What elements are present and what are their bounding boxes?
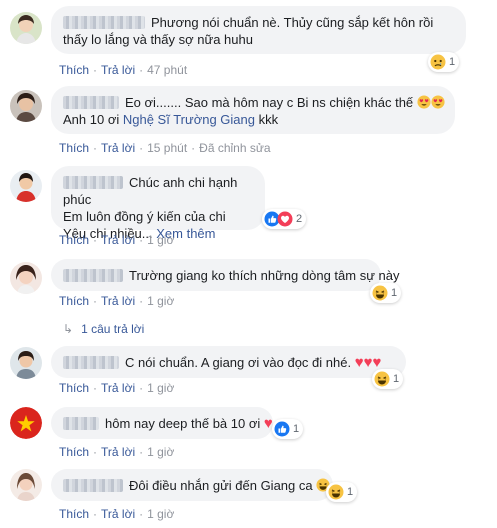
comment-text: C nói chuẩn. A giang ơi vào đọc đi nhé.	[125, 355, 352, 370]
timestamp[interactable]: 15 phút	[147, 141, 187, 155]
comment-text: Đôi điều nhắn gửi đến Giang ca	[129, 478, 313, 493]
comment-text: Eo ơi....... Sao mà hôm nay c Bi ns chiệ…	[125, 95, 414, 110]
reaction-count: 2	[296, 213, 303, 225]
timestamp[interactable]: 1 giờ	[147, 381, 174, 395]
mention-link[interactable]: Nghệ Sĩ Trường Giang	[123, 112, 255, 127]
comment-actions: Thích · Trả lời · 1 giờ	[59, 294, 175, 308]
reply-arrow-icon: ↳	[63, 322, 74, 336]
sad-icon	[430, 54, 446, 70]
reaction-count: 1	[393, 373, 400, 385]
reply-link[interactable]: Trả lời	[101, 233, 135, 247]
comment-bubble: Eo ơi....... Sao mà hôm nay c Bi ns chiệ…	[51, 86, 455, 134]
like-link[interactable]: Thích	[59, 141, 89, 155]
comment-text-line2: Em luôn đồng ý kiến của chi	[63, 209, 226, 224]
avatar[interactable]	[10, 90, 42, 122]
comment-actions: Thích · Trả lời · 1 giờ	[59, 381, 175, 395]
view-replies-link[interactable]: ↳ 1 câu trả lời	[63, 322, 144, 336]
avatar[interactable]	[10, 407, 42, 439]
reaction-summary[interactable]: 1	[272, 419, 304, 439]
replies-count-label: 1 câu trả lời	[81, 322, 145, 336]
comment-bubble: Chúc anh chi hạnh phúc Em luôn đồng ý ki…	[51, 166, 265, 241]
like-link[interactable]: Thích	[59, 233, 89, 247]
love-reaction-icon	[277, 211, 293, 227]
blurred-author-name[interactable]	[63, 356, 119, 369]
reaction-count: 1	[391, 287, 398, 299]
comment-bubble: Trường giang ko thích những dòng tâm sự …	[51, 259, 399, 291]
like-link[interactable]: Thích	[59, 507, 89, 521]
heart-emoji: ♥	[363, 354, 373, 371]
comment-text-line2: thấy lo lắng và thấy sợ nữa huhu	[63, 32, 253, 47]
haha-reaction-icon	[328, 484, 344, 500]
reaction-summary[interactable]: 2	[262, 209, 307, 229]
comment-bubble: Đôi điều nhắn gửi đến Giang ca	[51, 469, 333, 501]
like-link[interactable]: Thích	[59, 445, 89, 459]
blurred-author-name[interactable]	[63, 96, 119, 109]
comment-actions: Thích · Trả lời · 1 giờ	[59, 233, 175, 247]
heart-emoji: ♥	[354, 354, 364, 371]
reply-link[interactable]: Trả lời	[101, 141, 135, 155]
reaction-summary[interactable]: 1	[428, 52, 460, 72]
reaction-count: 1	[293, 423, 300, 435]
reply-link[interactable]: Trả lời	[101, 445, 135, 459]
timestamp[interactable]: 1 giờ	[147, 507, 174, 521]
reaction-count: 1	[347, 486, 354, 498]
reaction-count: 1	[449, 56, 456, 68]
timestamp[interactable]: 47 phút	[147, 63, 187, 77]
avatar[interactable]	[10, 170, 42, 202]
avatar[interactable]	[10, 12, 42, 44]
like-reaction-icon	[274, 421, 290, 437]
reply-link[interactable]: Trả lời	[101, 63, 135, 77]
comment-actions: Thích · Trả lời · 1 giờ	[59, 507, 175, 521]
comment-bubble: Phương nói chuẩn nè. Thủy cũng sắp kết h…	[51, 6, 466, 54]
heart-eyes-emoji	[431, 95, 445, 110]
heart-eyes-emoji	[417, 95, 431, 110]
comment-text: Phương nói chuẩn nè. Thủy cũng sắp kết h…	[151, 15, 434, 30]
reaction-summary[interactable]: 1	[370, 283, 402, 303]
like-link[interactable]: Thích	[59, 63, 89, 77]
blurred-author-name[interactable]	[63, 176, 123, 189]
blurred-author-name[interactable]	[63, 479, 123, 492]
comment-actions: Thích · Trả lời · 1 giờ	[59, 445, 175, 459]
reply-link[interactable]: Trả lời	[101, 381, 135, 395]
comment-text: Trường giang ko thích những dòng tâm sự …	[129, 268, 400, 283]
comment-text-line2: Anh 10 ơi	[63, 112, 120, 127]
avatar[interactable]	[10, 469, 42, 501]
avatar[interactable]	[10, 262, 42, 294]
comment-actions: Thích · Trả lời · 47 phút	[59, 63, 188, 77]
edited-label[interactable]: Đã chỉnh sửa	[199, 141, 270, 155]
reply-link[interactable]: Trả lời	[101, 507, 135, 521]
timestamp[interactable]: 1 giờ	[147, 445, 174, 459]
comment-text: hôm nay deep thế bà 10 ơi	[105, 416, 261, 431]
avatar[interactable]	[10, 347, 42, 379]
reply-link[interactable]: Trả lời	[101, 294, 135, 308]
comment-actions: Thích · Trả lời · 15 phút · Đã chỉnh sửa	[59, 141, 271, 155]
comment-bubble: hôm nay deep thế bà 10 ơi ♥	[51, 407, 273, 439]
reaction-summary[interactable]: 1	[372, 369, 404, 389]
blurred-author-name[interactable]	[63, 269, 123, 282]
comment-text-suffix: kkk	[258, 112, 279, 127]
timestamp[interactable]: 1 giờ	[147, 294, 174, 308]
like-link[interactable]: Thích	[59, 294, 89, 308]
haha-reaction-icon	[374, 371, 390, 387]
blurred-author-name[interactable]	[63, 417, 99, 430]
reaction-summary[interactable]: 1	[326, 482, 358, 502]
haha-reaction-icon	[372, 285, 388, 301]
blurred-author-name[interactable]	[63, 16, 145, 29]
timestamp[interactable]: 1 giờ	[147, 233, 174, 247]
comment-bubble: C nói chuẩn. A giang ơi vào đọc đi nhé. …	[51, 346, 406, 378]
like-link[interactable]: Thích	[59, 381, 89, 395]
